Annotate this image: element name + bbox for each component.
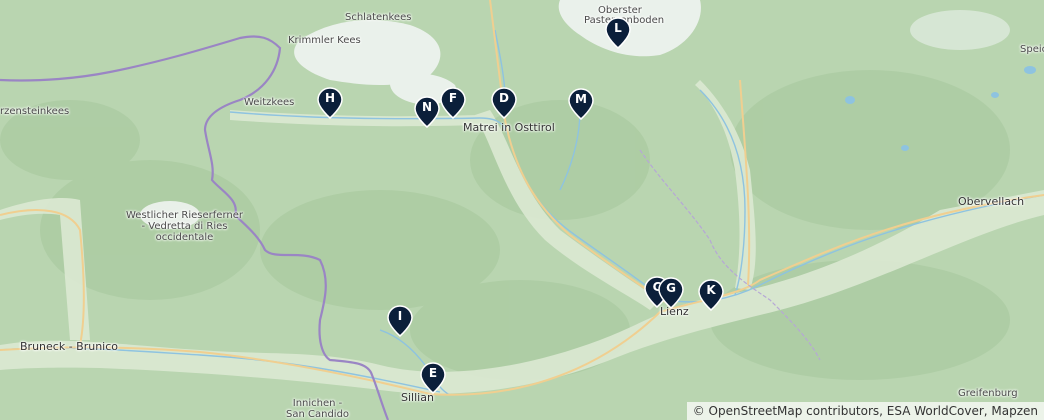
- marker-letter: I: [397, 309, 403, 323]
- map-marker-n[interactable]: N: [414, 96, 440, 128]
- map-marker-g[interactable]: G: [658, 277, 684, 309]
- place-label-innichen: Innichen - San Candido: [286, 398, 350, 420]
- place-label-matrei: Matrei in Osttirol: [463, 121, 555, 134]
- place-label-speich: Speich: [1020, 44, 1044, 55]
- place-label-obervellach: Obervellach: [958, 195, 1025, 208]
- place-label-rieserferner: Westlicher Rieserferner - Vedretta di Ri…: [126, 210, 243, 243]
- map-marker-m[interactable]: M: [568, 88, 594, 120]
- marker-letter: G: [666, 281, 676, 295]
- marker-letter: N: [421, 100, 433, 114]
- map-marker-f[interactable]: F: [440, 87, 466, 119]
- marker-letter: H: [324, 91, 336, 105]
- place-label-weitzkees: Weitzkees: [244, 97, 295, 108]
- map-marker-k[interactable]: K: [698, 279, 724, 311]
- map-marker-e[interactable]: E: [420, 362, 446, 394]
- map-marker-d[interactable]: D: [491, 87, 517, 119]
- place-label-bruneck: Bruneck - Brunico: [20, 340, 119, 353]
- marker-letter: K: [706, 283, 716, 297]
- place-label-schlatenkees: Schlatenkees: [345, 12, 412, 23]
- place-label-greifenburg: Greifenburg: [958, 388, 1018, 399]
- marker-letter: M: [575, 92, 587, 106]
- marker-letter: E: [428, 366, 438, 380]
- map-canvas[interactable]: Schlatenkees Oberster Pasterzenboden Kri…: [0, 0, 1044, 420]
- map-attribution[interactable]: © OpenStreetMap contributors, ESA WorldC…: [686, 402, 1044, 420]
- place-label-krimmler-kees: Krimmler Kees: [288, 35, 361, 46]
- marker-letter: L: [614, 21, 622, 35]
- place-label-rzensteinkees: rzensteinkees: [0, 106, 70, 117]
- map-marker-i[interactable]: I: [387, 305, 413, 337]
- map-marker-h[interactable]: H: [317, 87, 343, 119]
- marker-letter: D: [499, 91, 509, 105]
- map-marker-l[interactable]: L: [605, 17, 631, 49]
- marker-letter: F: [448, 91, 458, 105]
